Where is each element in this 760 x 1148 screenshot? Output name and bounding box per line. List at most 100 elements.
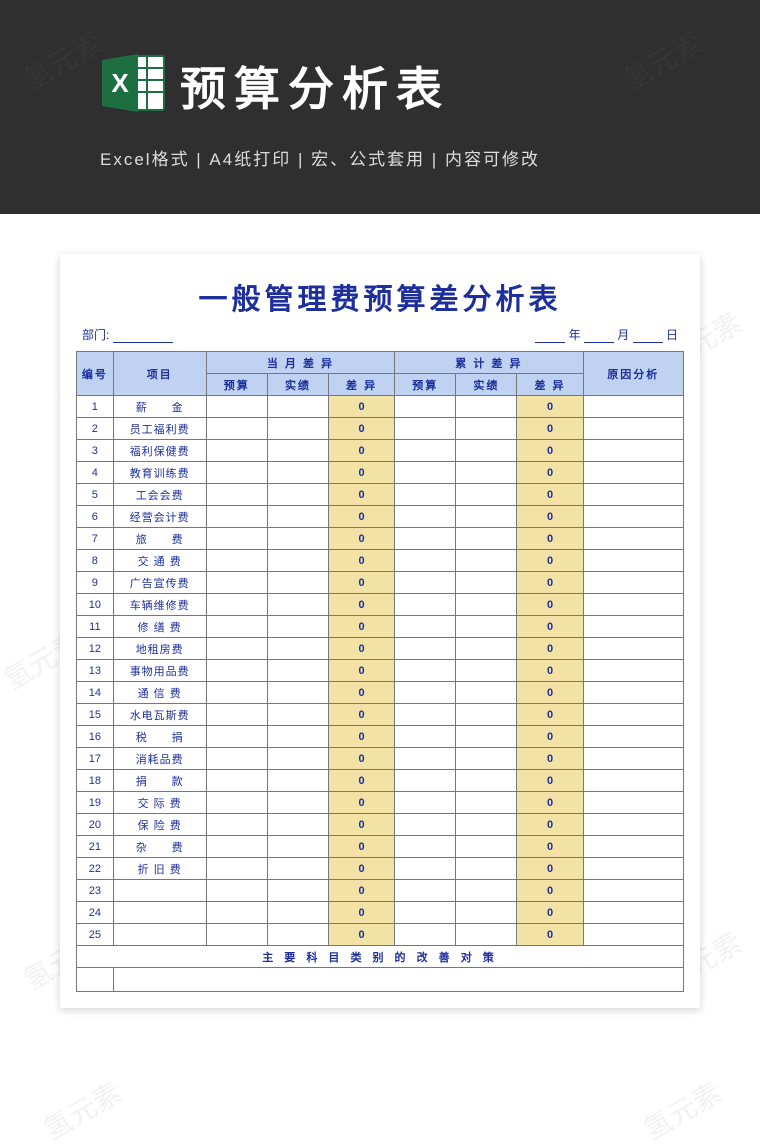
table-row: 3福利保健费00 bbox=[77, 440, 684, 462]
cell-reason bbox=[583, 550, 683, 572]
cell-reason bbox=[583, 462, 683, 484]
banner-subtitle: Excel格式 | A4纸打印 | 宏、公式套用 | 内容可修改 bbox=[100, 145, 760, 170]
cell-m-diff: 0 bbox=[329, 858, 395, 880]
table-row: 14通 信 费00 bbox=[77, 682, 684, 704]
cell-t-actual bbox=[456, 682, 517, 704]
cell-t-budget bbox=[395, 528, 456, 550]
budget-table: 编号 项目 当 月 差 异 累 计 差 异 原因分析 预算 实绩 差 异 预算 … bbox=[76, 351, 684, 992]
cell-t-actual bbox=[456, 484, 517, 506]
meta-row: 部门: 年 月 日 bbox=[76, 320, 684, 351]
cell-t-actual bbox=[456, 440, 517, 462]
cell-t-actual bbox=[456, 814, 517, 836]
th-reason: 原因分析 bbox=[583, 352, 683, 396]
table-row: 12地租房费00 bbox=[77, 638, 684, 660]
cell-m-actual bbox=[267, 770, 328, 792]
cell-reason bbox=[583, 440, 683, 462]
cell-t-diff: 0 bbox=[517, 638, 583, 660]
cell-t-budget bbox=[395, 814, 456, 836]
cell-t-diff: 0 bbox=[517, 528, 583, 550]
cell-reason bbox=[583, 528, 683, 550]
cell-item bbox=[113, 902, 206, 924]
cell-m-budget bbox=[206, 396, 267, 418]
cell-id: 19 bbox=[77, 792, 114, 814]
cell-m-budget bbox=[206, 418, 267, 440]
cell-item: 捐 款 bbox=[113, 770, 206, 792]
cell-t-budget bbox=[395, 550, 456, 572]
cell-m-budget bbox=[206, 550, 267, 572]
cell-reason bbox=[583, 924, 683, 946]
table-row: 17消耗品费00 bbox=[77, 748, 684, 770]
cell-id: 17 bbox=[77, 748, 114, 770]
cell-reason bbox=[583, 660, 683, 682]
cell-m-diff: 0 bbox=[329, 440, 395, 462]
cell-item: 薪 金 bbox=[113, 396, 206, 418]
cell-t-diff: 0 bbox=[517, 572, 583, 594]
th-m-actual: 实绩 bbox=[267, 374, 328, 396]
table-row: 11修 缮 费00 bbox=[77, 616, 684, 638]
cell-t-actual bbox=[456, 616, 517, 638]
cell-reason bbox=[583, 902, 683, 924]
cell-t-diff: 0 bbox=[517, 550, 583, 572]
cell-item: 保 险 费 bbox=[113, 814, 206, 836]
cell-t-actual bbox=[456, 660, 517, 682]
cell-reason bbox=[583, 792, 683, 814]
cell-reason bbox=[583, 814, 683, 836]
cell-reason bbox=[583, 880, 683, 902]
table-row: 19交 际 费00 bbox=[77, 792, 684, 814]
cell-m-actual bbox=[267, 902, 328, 924]
cell-m-budget bbox=[206, 638, 267, 660]
cell-t-diff: 0 bbox=[517, 506, 583, 528]
cell-t-actual bbox=[456, 638, 517, 660]
day-blank bbox=[633, 331, 663, 343]
cell-m-actual bbox=[267, 528, 328, 550]
cell-item: 交 通 费 bbox=[113, 550, 206, 572]
cell-item: 通 信 费 bbox=[113, 682, 206, 704]
year-blank bbox=[535, 331, 565, 343]
cell-t-budget bbox=[395, 726, 456, 748]
cell-t-actual bbox=[456, 726, 517, 748]
table-row: 18捐 款00 bbox=[77, 770, 684, 792]
cell-t-diff: 0 bbox=[517, 924, 583, 946]
table-row: 22折 旧 费00 bbox=[77, 858, 684, 880]
footer-label: 主 要 科 目 类 别 的 改 善 对 策 bbox=[77, 946, 684, 968]
cell-m-budget bbox=[206, 836, 267, 858]
cell-m-actual bbox=[267, 792, 328, 814]
cell-t-actual bbox=[456, 748, 517, 770]
cell-reason bbox=[583, 770, 683, 792]
year-label: 年 bbox=[569, 328, 581, 342]
cell-id: 9 bbox=[77, 572, 114, 594]
cell-id: 24 bbox=[77, 902, 114, 924]
cell-m-diff: 0 bbox=[329, 594, 395, 616]
footer-blank bbox=[77, 968, 114, 992]
cell-reason bbox=[583, 682, 683, 704]
cell-m-budget bbox=[206, 462, 267, 484]
cell-m-budget bbox=[206, 660, 267, 682]
month-blank bbox=[584, 331, 614, 343]
cell-m-budget bbox=[206, 726, 267, 748]
cell-m-actual bbox=[267, 660, 328, 682]
cell-m-diff: 0 bbox=[329, 660, 395, 682]
cell-item: 教育训练费 bbox=[113, 462, 206, 484]
cell-t-actual bbox=[456, 770, 517, 792]
th-id: 编号 bbox=[77, 352, 114, 396]
cell-m-diff: 0 bbox=[329, 704, 395, 726]
cell-t-diff: 0 bbox=[517, 660, 583, 682]
cell-t-actual bbox=[456, 572, 517, 594]
table-row: 2400 bbox=[77, 902, 684, 924]
cell-t-budget bbox=[395, 836, 456, 858]
cell-m-budget bbox=[206, 506, 267, 528]
cell-t-diff: 0 bbox=[517, 792, 583, 814]
meta-date: 年 月 日 bbox=[535, 326, 678, 343]
cell-id: 2 bbox=[77, 418, 114, 440]
cell-m-actual bbox=[267, 594, 328, 616]
cell-item: 税 捐 bbox=[113, 726, 206, 748]
cell-reason bbox=[583, 638, 683, 660]
cell-m-diff: 0 bbox=[329, 902, 395, 924]
cell-item: 广告宣传费 bbox=[113, 572, 206, 594]
cell-id: 8 bbox=[77, 550, 114, 572]
table-row: 8交 通 费00 bbox=[77, 550, 684, 572]
cell-m-actual bbox=[267, 682, 328, 704]
cell-item: 杂 费 bbox=[113, 836, 206, 858]
cell-t-budget bbox=[395, 704, 456, 726]
cell-t-budget bbox=[395, 682, 456, 704]
